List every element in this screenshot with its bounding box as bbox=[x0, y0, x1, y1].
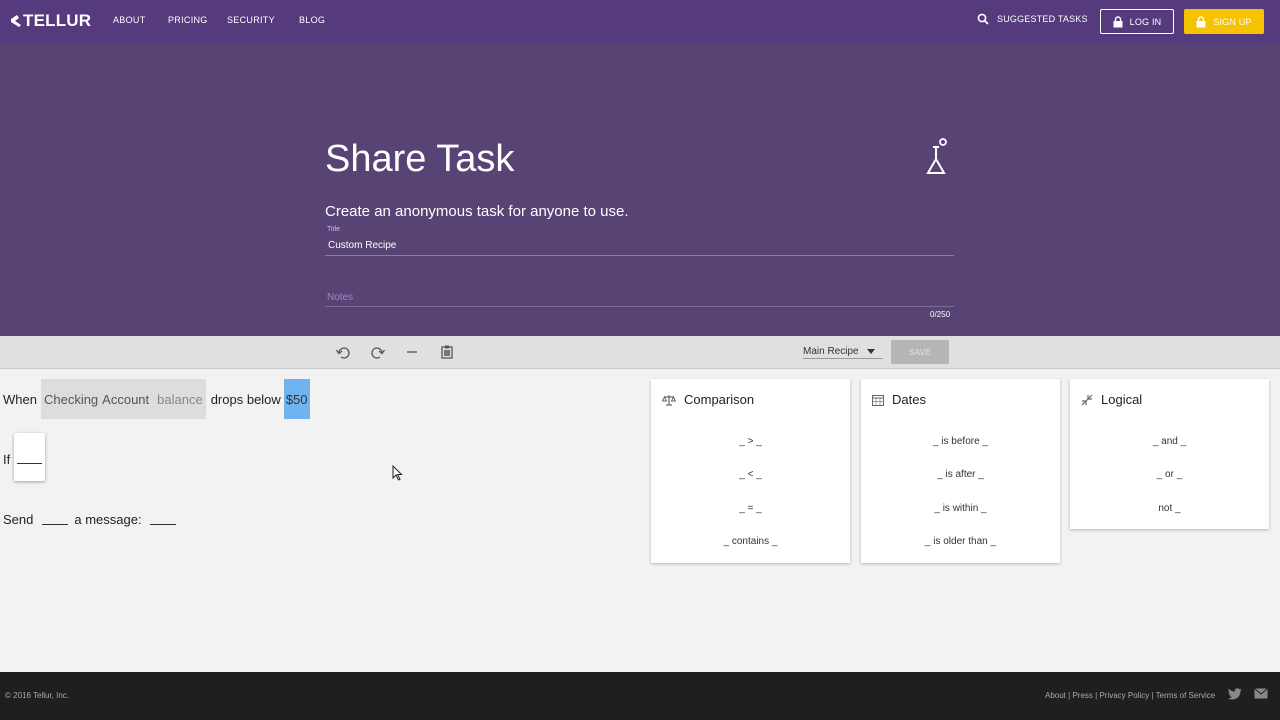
nav-link-pricing[interactable]: PRICING bbox=[168, 15, 208, 25]
nav-link-about[interactable]: ABOUT bbox=[113, 15, 146, 25]
amount-chip[interactable]: $50 bbox=[283, 379, 310, 419]
clipboard-icon[interactable] bbox=[439, 344, 455, 360]
drops-below-text: drops below bbox=[210, 391, 281, 407]
remove-icon[interactable] bbox=[404, 344, 420, 360]
signup-button[interactable]: SIGN UP bbox=[1184, 9, 1264, 34]
calendar-icon bbox=[872, 394, 884, 406]
logical-header: Logical bbox=[1081, 392, 1142, 407]
title-field-label: Title bbox=[327, 226, 340, 233]
palette-item-is-within[interactable]: _ is within _ bbox=[861, 503, 1060, 514]
twitter-icon[interactable] bbox=[1228, 688, 1242, 700]
account-word-1: Checking bbox=[43, 391, 99, 407]
palette-item-contains[interactable]: _ contains _ bbox=[651, 536, 850, 547]
page-subtitle: Create an anonymous task for anyone to u… bbox=[325, 203, 629, 220]
footer-links: About | Press | Privacy Policy | Terms o… bbox=[1045, 691, 1215, 700]
login-label: LOG IN bbox=[1129, 16, 1162, 27]
logical-palette: Logical _ and _ _ or _ not _ bbox=[1070, 379, 1269, 529]
condition-blank[interactable] bbox=[17, 453, 42, 464]
email-icon[interactable] bbox=[1254, 688, 1268, 699]
when-keyword: When bbox=[3, 391, 37, 407]
message-blank[interactable] bbox=[149, 514, 176, 525]
logical-title: Logical bbox=[1101, 392, 1143, 407]
editor-toolbar: Main Recipe SAVE bbox=[0, 336, 1280, 369]
palette-item-or[interactable]: _ or _ bbox=[1070, 469, 1269, 480]
title-input-underline bbox=[325, 255, 954, 256]
footer-link-about[interactable]: About bbox=[1045, 691, 1066, 700]
top-navbar: TELLUR ABOUT PRICING SECURITY BLOG SUGGE… bbox=[0, 0, 1280, 43]
send-keyword: Send bbox=[3, 511, 34, 527]
account-word-2: Account bbox=[102, 391, 150, 407]
comparison-palette: Comparison _ > _ _ < _ _ = _ _ contains … bbox=[651, 379, 850, 563]
dates-title: Dates bbox=[892, 392, 926, 407]
scale-icon bbox=[662, 394, 676, 406]
logo-text: TELLUR bbox=[23, 11, 92, 30]
comparison-header: Comparison bbox=[662, 392, 754, 407]
palette-item-is-older-than[interactable]: _ is older than _ bbox=[861, 536, 1060, 547]
recipe-select[interactable]: Main Recipe bbox=[803, 346, 883, 359]
footer-link-privacy[interactable]: Privacy Policy bbox=[1099, 691, 1149, 700]
save-button[interactable]: SAVE bbox=[891, 340, 949, 364]
suggested-tasks-link[interactable]: SUGGESTED TASKS bbox=[977, 13, 1088, 25]
suggested-tasks-label: SUGGESTED TASKS bbox=[997, 14, 1088, 24]
palette-item-is-after[interactable]: _ is after _ bbox=[861, 469, 1060, 480]
balance-label: balance bbox=[157, 391, 203, 407]
footer-link-terms[interactable]: Terms of Service bbox=[1156, 691, 1216, 700]
when-statement: When Checking Account balance drops belo… bbox=[3, 379, 310, 419]
flask-icon bbox=[926, 138, 947, 174]
palette-item-less-than[interactable]: _ < _ bbox=[651, 469, 850, 480]
lock-icon bbox=[1113, 15, 1123, 27]
mouse-cursor-icon bbox=[392, 465, 403, 481]
merge-arrows-icon bbox=[1081, 394, 1093, 405]
comparison-title: Comparison bbox=[684, 392, 755, 407]
tellur-logo-icon bbox=[11, 15, 21, 27]
dates-header: Dates bbox=[872, 392, 926, 407]
palette-item-greater-than[interactable]: _ > _ bbox=[651, 436, 850, 447]
footer-link-press[interactable]: Press bbox=[1072, 691, 1092, 700]
palette-item-equals[interactable]: _ = _ bbox=[651, 503, 850, 514]
if-keyword: If bbox=[3, 451, 11, 467]
page-title: Share Task bbox=[325, 138, 515, 180]
recipe-select-value: Main Recipe bbox=[803, 346, 859, 357]
notes-char-counter: 0/250 bbox=[930, 310, 951, 319]
notes-input[interactable]: Notes bbox=[327, 292, 353, 303]
share-task-panel: Share Task Create an anonymous task for … bbox=[0, 43, 1280, 336]
palette-item-is-before[interactable]: _ is before _ bbox=[861, 436, 1060, 447]
redo-icon[interactable] bbox=[370, 344, 386, 360]
a-message-text: a message: bbox=[74, 511, 142, 527]
notes-input-underline bbox=[325, 306, 954, 307]
if-statement: If bbox=[3, 451, 10, 467]
undo-icon[interactable] bbox=[335, 344, 351, 360]
search-icon bbox=[977, 13, 989, 25]
recipient-blank[interactable] bbox=[42, 514, 69, 525]
dates-palette: Dates _ is before _ _ is after _ _ is wi… bbox=[861, 379, 1060, 563]
copyright-text: © 2016 Tellur, Inc. bbox=[5, 691, 70, 700]
title-input[interactable]: Custom Recipe bbox=[328, 240, 396, 251]
nav-link-security[interactable]: SECURITY bbox=[227, 15, 275, 25]
condition-slot[interactable] bbox=[14, 433, 45, 481]
send-statement: Send a message: bbox=[3, 511, 182, 527]
signup-label: SIGN UP bbox=[1213, 16, 1252, 27]
page-footer: © 2016 Tellur, Inc. About | Press | Priv… bbox=[0, 672, 1280, 720]
palette-item-not[interactable]: not _ bbox=[1070, 503, 1269, 514]
tellur-logo[interactable]: TELLUR bbox=[10, 11, 91, 31]
login-button[interactable]: LOG IN bbox=[1100, 9, 1174, 34]
nav-link-blog[interactable]: BLOG bbox=[299, 15, 325, 25]
lock-icon bbox=[1196, 15, 1206, 27]
palette-item-and[interactable]: _ and _ bbox=[1070, 436, 1269, 447]
account-chip[interactable]: Checking Account balance bbox=[40, 379, 206, 419]
caret-down-icon bbox=[866, 349, 875, 354]
